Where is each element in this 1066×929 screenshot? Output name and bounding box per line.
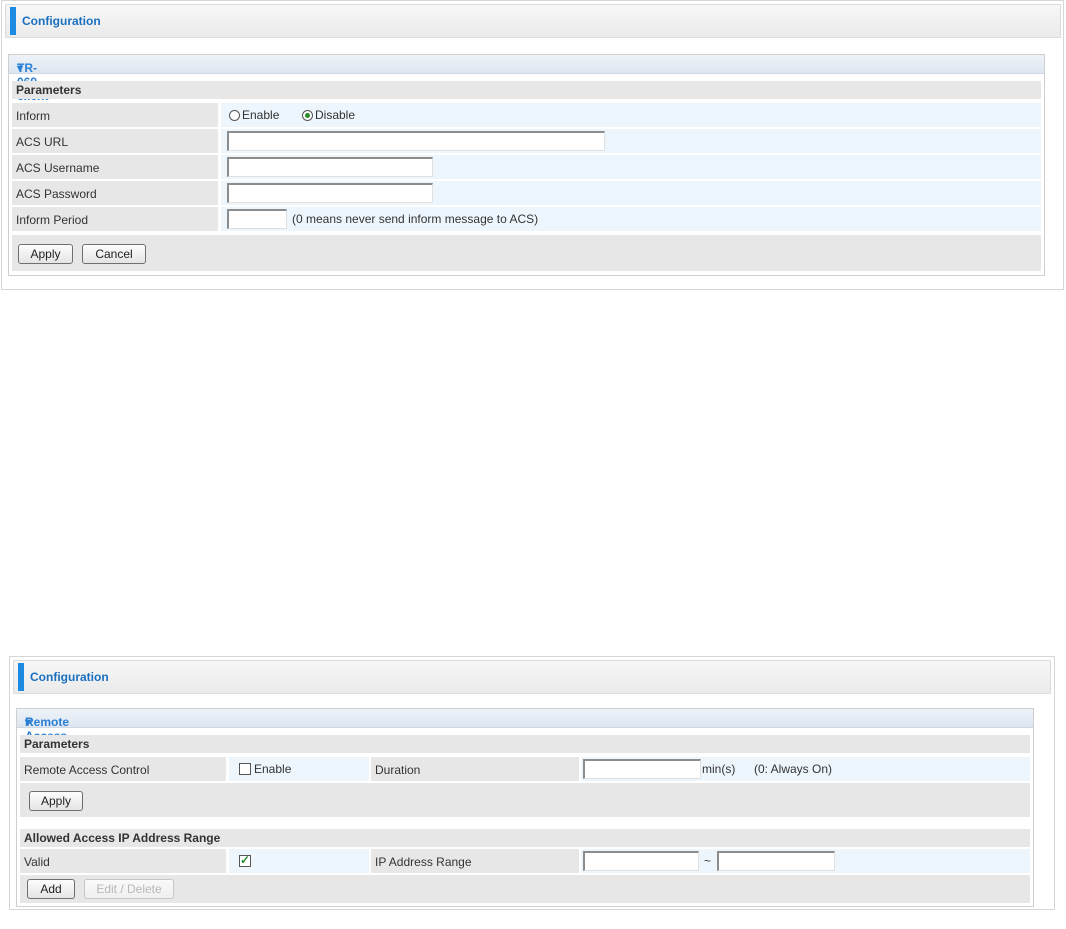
acs-url-value-cell: [221, 129, 1041, 153]
ip-range-label: IP Address Range: [375, 855, 472, 869]
tr069-config-frame: Configuration ▾TR-069 client Parameters …: [1, 0, 1064, 290]
valid-checkbox-cell: [229, 849, 369, 873]
valid-label-cell: Valid: [20, 849, 226, 873]
inform-enable-label[interactable]: Enable: [242, 108, 279, 122]
remote-access-enable-label[interactable]: Enable: [254, 762, 291, 776]
parameters-section-header: Parameters: [20, 735, 1030, 753]
inform-label-cell: Inform: [12, 103, 218, 127]
config-header: Configuration: [5, 4, 1061, 38]
acs-username-value-cell: [221, 155, 1041, 179]
inform-period-hint: (0 means never send inform message to AC…: [292, 212, 539, 226]
ip-range-label-cell: IP Address Range: [371, 849, 579, 873]
inform-period-row: Inform Period (0 means never send inform…: [12, 207, 1041, 231]
allowed-ip-section-header: Allowed Access IP Address Range: [20, 829, 1030, 847]
acs-url-label-cell: ACS URL: [12, 129, 218, 153]
add-button[interactable]: Add: [27, 879, 75, 899]
tr069-panel-header[interactable]: ▾TR-069 client: [9, 55, 1044, 103]
section-title: Parameters: [16, 83, 82, 97]
duration-label-cell: Duration: [371, 757, 579, 781]
section-title: Parameters: [24, 737, 90, 751]
acs-password-label-cell: ACS Password: [12, 181, 218, 205]
cancel-button[interactable]: Cancel: [82, 244, 146, 264]
config-title: Configuration: [30, 670, 109, 684]
tr069-button-bar: Apply Cancel: [12, 235, 1041, 271]
acs-url-input[interactable]: [227, 131, 605, 151]
tr069-panel: ▾TR-069 client Parameters Inform Enable …: [8, 54, 1045, 276]
duration-hint: (0: Always On): [754, 762, 833, 776]
remote-access-control-row: Remote Access Control Enable Duration mi…: [20, 757, 1030, 781]
remote-access-panel: ▾Remote Access Parameters Remote Access …: [16, 708, 1034, 907]
config-accent-bar: [10, 7, 16, 35]
ip-range-button-bar: Add Edit / Delete: [20, 875, 1030, 903]
remote-access-control-label-cell: Remote Access Control: [20, 757, 226, 781]
acs-username-row: ACS Username: [12, 155, 1041, 179]
remote-access-control-label: Remote Access Control: [24, 763, 150, 777]
remote-access-enable-cell: Enable: [229, 757, 369, 781]
inform-period-input[interactable]: [227, 209, 287, 229]
duration-input[interactable]: [583, 759, 701, 779]
apply-button[interactable]: Apply: [29, 791, 83, 811]
inform-period-label-cell: Inform Period: [12, 207, 218, 231]
section-title: Allowed Access IP Address Range: [24, 831, 221, 845]
config-header: Configuration: [13, 660, 1051, 694]
duration-unit: min(s): [702, 762, 736, 776]
inform-disable-label[interactable]: Disable: [315, 108, 355, 122]
ip-range-separator: ~: [704, 854, 712, 868]
acs-username-label: ACS Username: [16, 161, 100, 175]
acs-password-label: ACS Password: [16, 187, 97, 201]
edit-delete-button[interactable]: Edit / Delete: [84, 879, 174, 899]
inform-enable-radio[interactable]: [229, 110, 240, 121]
inform-row: Inform Enable Disable: [12, 103, 1041, 127]
remote-access-panel-header[interactable]: ▾Remote Access: [17, 709, 1033, 743]
inform-period-value-cell: (0 means never send inform message to AC…: [221, 207, 1041, 231]
acs-url-label: ACS URL: [16, 135, 69, 149]
acs-url-row: ACS URL: [12, 129, 1041, 153]
inform-disable-radio[interactable]: [302, 110, 313, 121]
duration-value-cell: min(s) (0: Always On): [581, 757, 1030, 781]
ip-range-start-input[interactable]: [583, 851, 699, 871]
parameters-section-header: Parameters: [12, 81, 1041, 99]
duration-label: Duration: [375, 763, 421, 777]
inform-label: Inform: [16, 109, 51, 123]
remote-access-config-frame: Configuration ▾Remote Access Parameters …: [9, 656, 1055, 910]
acs-password-input[interactable]: [227, 183, 433, 203]
valid-label: Valid: [24, 855, 50, 869]
remote-access-apply-bar: Apply: [20, 783, 1030, 817]
inform-value-cell: Enable Disable: [221, 103, 1041, 127]
config-title: Configuration: [22, 14, 101, 28]
apply-button[interactable]: Apply: [18, 244, 73, 264]
remote-access-enable-checkbox[interactable]: [239, 763, 251, 775]
acs-password-value-cell: [221, 181, 1041, 205]
ip-range-row: Valid IP Address Range ~: [20, 849, 1030, 873]
ip-range-end-input[interactable]: [717, 851, 835, 871]
acs-username-input[interactable]: [227, 157, 433, 177]
valid-checkbox[interactable]: [239, 853, 251, 867]
ip-range-value-cell: ~: [581, 849, 1030, 873]
acs-username-label-cell: ACS Username: [12, 155, 218, 179]
acs-password-row: ACS Password: [12, 181, 1041, 205]
inform-period-label: Inform Period: [16, 213, 89, 227]
config-accent-bar: [18, 663, 24, 691]
